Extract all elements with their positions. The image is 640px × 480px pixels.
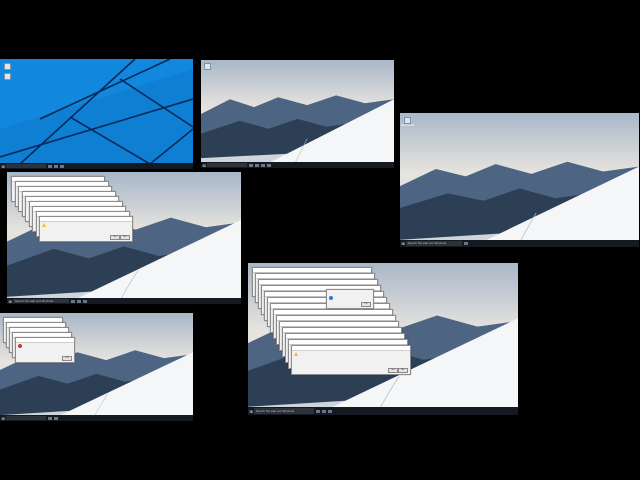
search-box[interactable] [6,163,46,169]
recycle-bin-label: Recycle Bin [401,124,415,127]
task-view-icon[interactable] [48,416,52,420]
edge-icon[interactable] [54,416,58,420]
edge-icon[interactable] [322,409,326,413]
screen-mixed-cascade: Yes No OK ⊞ Search the web and Windows [248,263,518,415]
taskbar: ⊞ [0,163,193,169]
info-dialog[interactable]: OK [326,289,374,309]
mountain-wallpaper [201,60,394,168]
info-icon [329,296,333,300]
warning-icon [42,223,46,227]
store-icon[interactable] [267,163,271,167]
explorer-icon[interactable] [83,299,87,303]
search-box[interactable]: Search the web and Windows [406,241,462,246]
user-folder-icon[interactable] [4,73,11,80]
dialog-button-ok[interactable]: OK [361,301,371,307]
warning-icon [294,352,298,356]
blue-wallpaper [0,59,193,169]
dialog-button-no[interactable]: No [398,367,408,373]
dialog-button-no[interactable]: No [120,234,130,240]
taskbar: ⊞ Search the web and Windows [400,240,639,247]
edge-icon[interactable] [255,163,259,167]
task-view-icon[interactable] [464,242,468,245]
explorer-icon[interactable] [328,409,332,413]
search-box[interactable]: Search the web and Windows [254,408,314,414]
recycle-bin-icon[interactable] [4,63,11,70]
explorer-icon[interactable] [261,163,265,167]
taskbar: ⊞ Search the web and Windows [248,407,518,415]
task-view-icon[interactable] [71,299,75,303]
dialog-title-bar[interactable] [16,338,74,343]
task-view-icon[interactable] [249,163,253,167]
search-box[interactable] [6,415,46,421]
dialog-window[interactable]: Yes No [39,216,133,242]
dialog-button-ok[interactable]: OK [62,355,72,361]
dialog-button-yes[interactable]: Yes [110,234,120,240]
search-box[interactable]: Search the web and Windows [13,298,69,304]
recycle-bin-icon[interactable] [204,63,211,70]
edge-icon[interactable] [77,299,81,303]
taskbar: ⊞ Search the web and Windows [7,298,241,304]
dialog-button-yes[interactable]: Yes [388,367,398,373]
dialog-title-bar[interactable] [292,346,410,351]
taskbar: ⊞ [0,415,193,421]
mountain-wallpaper [400,113,639,247]
screen-error-cascade: OK ⊞ [0,313,193,421]
recycle-bin-icon[interactable] [404,117,411,124]
task-view-icon[interactable] [48,164,52,168]
dialog-window[interactable]: OK [15,337,75,363]
screen-warning-cascade: Yes No ⊞ Search the web and Windows [7,172,241,304]
screen-blue-desktop: ⊞ [0,59,193,169]
search-box[interactable] [207,162,247,168]
edge-icon[interactable] [54,164,58,168]
dialog-title-bar[interactable] [40,217,132,222]
error-icon [18,344,22,348]
explorer-icon[interactable] [60,164,64,168]
taskbar: ⊞ [201,162,394,168]
screen-mountain-desktop-2: Recycle Bin ⊞ Search the web and Windows [400,113,639,247]
screen-mountain-desktop-1: ⊞ [201,60,394,168]
task-view-icon[interactable] [316,409,320,413]
dialog-window[interactable]: Yes No [291,345,411,375]
